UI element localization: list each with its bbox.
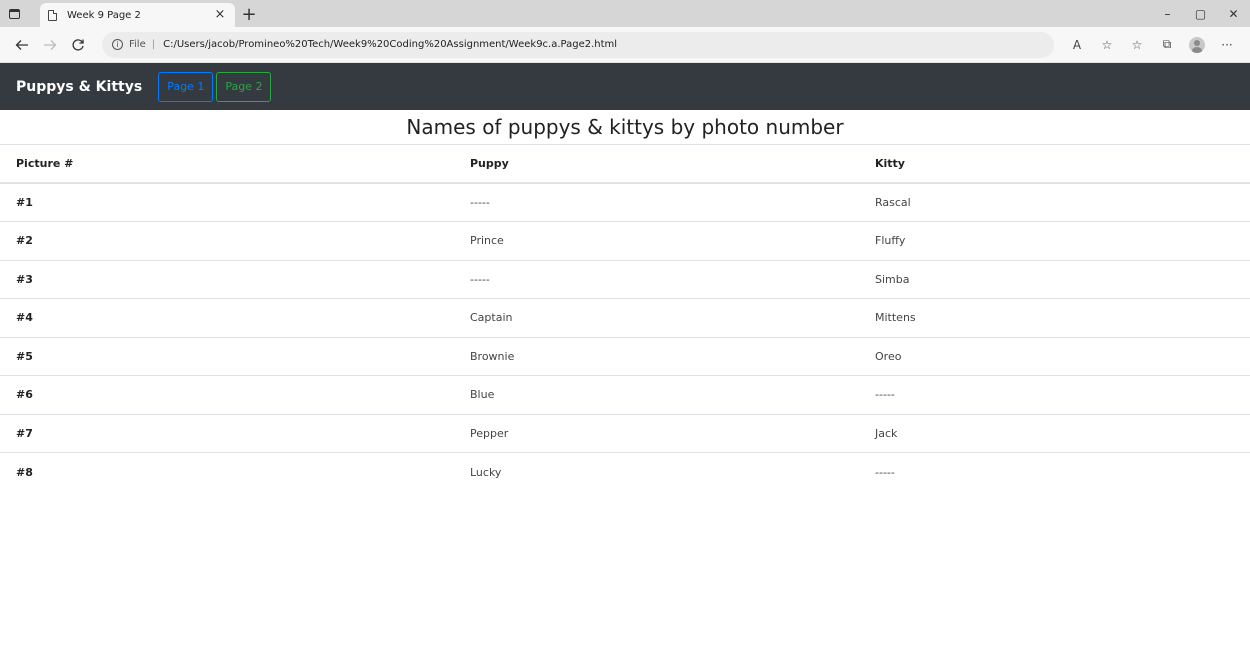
favorites-icon[interactable]: ☆ bbox=[1122, 31, 1152, 59]
cell-kitty: ----- bbox=[859, 452, 1250, 491]
avatar-icon bbox=[1189, 36, 1205, 53]
table-row: #5 Brownie Oreo bbox=[0, 336, 1250, 376]
forward-arrow-icon bbox=[44, 39, 57, 50]
header-kitty: Kitty bbox=[859, 144, 1250, 184]
page-1-button[interactable]: Page 1 bbox=[158, 71, 214, 102]
cell-picture: #8 bbox=[0, 452, 454, 491]
browser-toolbar: i File | C:/Users/jacob/Promineo%20Tech/… bbox=[0, 27, 1250, 63]
info-icon[interactable]: i bbox=[112, 39, 123, 50]
table-row: #4 Captain Mittens bbox=[0, 298, 1250, 337]
close-window-button[interactable]: ✕ bbox=[1217, 0, 1250, 27]
tab-actions-icon bbox=[8, 8, 20, 19]
navbar-brand[interactable]: Puppys & Kittys bbox=[16, 79, 142, 95]
read-aloud-icon[interactable]: A bbox=[1062, 31, 1092, 59]
tab-actions-button[interactable] bbox=[0, 0, 28, 27]
cell-kitty: Fluffy bbox=[859, 221, 1250, 260]
add-favorite-icon[interactable]: ☆ bbox=[1092, 31, 1122, 59]
header-picture: Picture # bbox=[0, 144, 454, 184]
cell-picture: #5 bbox=[0, 336, 454, 376]
tab-title: Week 9 Page 2 bbox=[67, 9, 141, 21]
address-url: C:/Users/jacob/Promineo%20Tech/Week9%20C… bbox=[163, 39, 618, 50]
back-button[interactable] bbox=[8, 31, 36, 59]
table-row: #3 ----- Simba bbox=[0, 259, 1250, 299]
table-row: #7 Pepper Jack bbox=[0, 413, 1250, 453]
window-controls: – ▢ ✕ bbox=[1151, 0, 1250, 27]
cell-picture: #1 bbox=[0, 182, 454, 222]
site-navbar: Puppys & Kittys Page 1 Page 2 bbox=[0, 63, 1250, 110]
tab-close-icon[interactable]: × bbox=[213, 8, 227, 22]
table-row: #8 Lucky ----- bbox=[0, 452, 1250, 491]
cell-picture: #3 bbox=[0, 259, 454, 299]
address-bar[interactable]: i File | C:/Users/jacob/Promineo%20Tech/… bbox=[102, 31, 1054, 58]
address-separator: | bbox=[151, 39, 156, 50]
cell-picture: #2 bbox=[0, 221, 454, 260]
table-row: #1 ----- Rascal bbox=[0, 182, 1250, 222]
cell-puppy: Blue bbox=[454, 375, 859, 414]
refresh-button[interactable] bbox=[64, 31, 92, 59]
cell-puppy: Prince bbox=[454, 221, 859, 260]
cell-puppy: ----- bbox=[454, 259, 859, 299]
table-header-row: Picture # Puppy Kitty bbox=[0, 144, 1250, 184]
cell-puppy: Captain bbox=[454, 298, 859, 337]
page-title: Names of puppys & kittys by photo number bbox=[406, 115, 844, 139]
document-icon bbox=[48, 9, 57, 21]
table-row: #6 Blue ----- bbox=[0, 375, 1250, 414]
cell-kitty: Oreo bbox=[859, 336, 1250, 376]
cell-kitty: Simba bbox=[859, 259, 1250, 299]
cell-puppy: Lucky bbox=[454, 452, 859, 491]
header-puppy: Puppy bbox=[454, 144, 859, 184]
table-row: #2 Prince Fluffy bbox=[0, 221, 1250, 260]
forward-button[interactable] bbox=[36, 31, 64, 59]
cell-picture: #7 bbox=[0, 413, 454, 453]
back-arrow-icon bbox=[15, 39, 28, 50]
cell-picture: #4 bbox=[0, 298, 454, 337]
cell-picture: #6 bbox=[0, 375, 454, 414]
cell-puppy: ----- bbox=[454, 182, 859, 222]
more-options-icon[interactable]: ··· bbox=[1212, 31, 1242, 59]
collections-icon[interactable]: ⧉ bbox=[1152, 31, 1182, 59]
browser-tab[interactable]: Week 9 Page 2 × bbox=[40, 3, 235, 27]
address-scheme: File bbox=[129, 39, 146, 50]
cell-kitty: Rascal bbox=[859, 182, 1250, 222]
cell-puppy: Pepper bbox=[454, 413, 859, 453]
cell-kitty: Jack bbox=[859, 413, 1250, 453]
page-2-button[interactable]: Page 2 bbox=[216, 71, 272, 102]
names-table: Picture # Puppy Kitty #1 ----- Rascal #2… bbox=[0, 144, 1250, 491]
browser-tab-strip: Week 9 Page 2 × + – ▢ ✕ bbox=[0, 0, 1250, 27]
refresh-icon bbox=[72, 38, 84, 51]
cell-puppy: Brownie bbox=[454, 336, 859, 376]
minimize-button[interactable]: – bbox=[1151, 0, 1184, 27]
profile-button[interactable] bbox=[1182, 31, 1212, 59]
maximize-button[interactable]: ▢ bbox=[1184, 0, 1217, 27]
cell-kitty: Mittens bbox=[859, 298, 1250, 337]
cell-kitty: ----- bbox=[859, 375, 1250, 414]
toolbar-actions: A ☆ ☆ ⧉ ··· bbox=[1062, 31, 1242, 59]
new-tab-button[interactable]: + bbox=[237, 3, 261, 27]
